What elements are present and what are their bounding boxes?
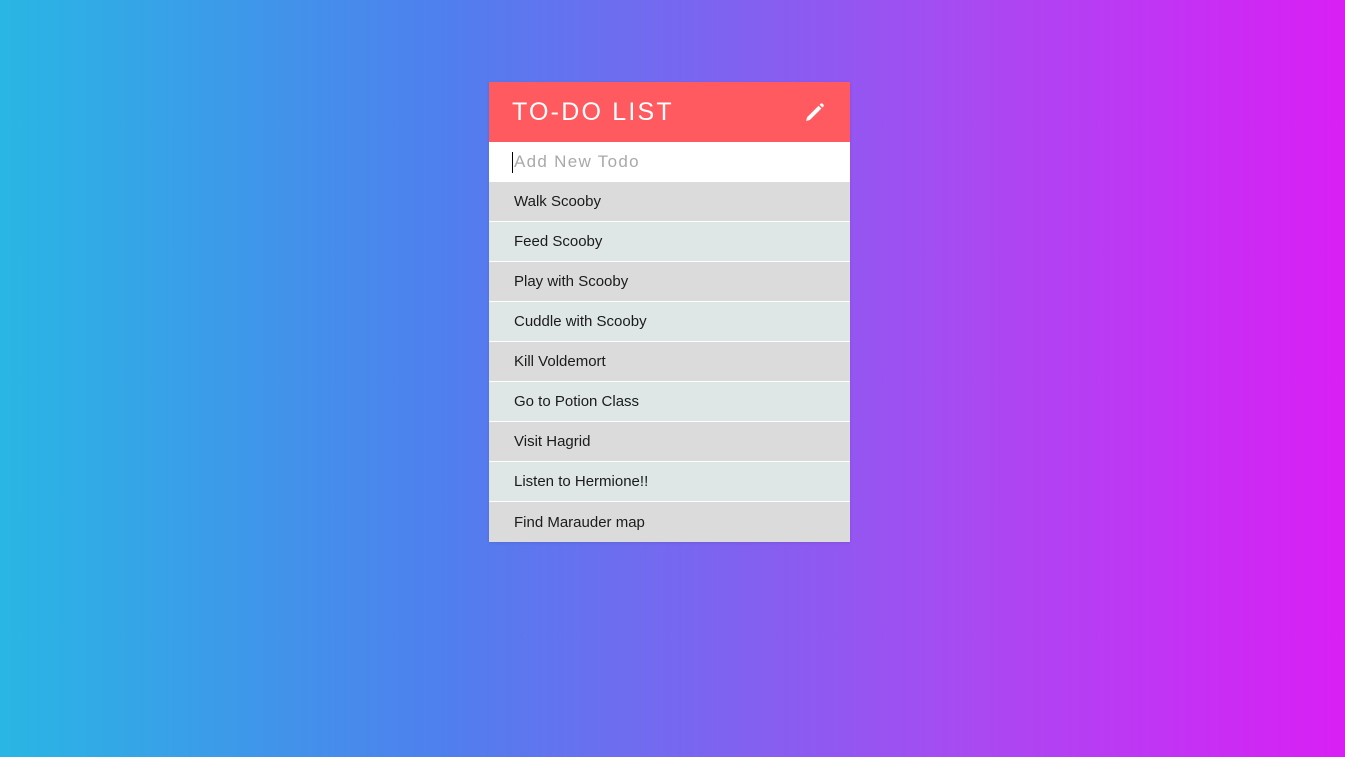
todo-card: TO-DO LIST Walk Scooby Feed Scooby Play … <box>489 82 850 542</box>
app-root: TO-DO LIST Walk Scooby Feed Scooby Play … <box>0 0 1345 757</box>
list-item[interactable]: Play with Scooby <box>489 262 850 302</box>
list-item[interactable]: Listen to Hermione!! <box>489 462 850 502</box>
add-todo-row <box>489 142 850 182</box>
todo-label: Kill Voldemort <box>514 353 606 370</box>
list-item[interactable]: Cuddle with Scooby <box>489 302 850 342</box>
todo-label: Go to Potion Class <box>514 393 640 410</box>
pencil-icon[interactable] <box>802 99 828 125</box>
todo-label: Cuddle with Scooby <box>514 313 647 330</box>
todo-label: Feed Scooby <box>514 233 603 250</box>
text-caret <box>512 152 513 173</box>
todo-label: Visit Hagrid <box>514 433 591 450</box>
todo-label: Find Marauder map <box>514 513 645 531</box>
list-item[interactable]: Visit Hagrid <box>489 422 850 462</box>
list-item[interactable]: Kill Voldemort <box>489 342 850 382</box>
page-title: TO-DO LIST <box>512 97 674 126</box>
card-header: TO-DO LIST <box>489 82 850 142</box>
todo-list: Walk Scooby Feed Scooby Play with Scooby… <box>489 182 850 542</box>
todo-label: Play with Scooby <box>514 273 629 290</box>
list-item[interactable]: Walk Scooby <box>489 182 850 222</box>
todo-label: Walk Scooby <box>514 193 601 210</box>
todo-label: Listen to Hermione!! <box>514 473 649 490</box>
list-item[interactable]: Go to Potion Class <box>489 382 850 422</box>
add-todo-input[interactable] <box>489 142 850 182</box>
list-item[interactable]: Feed Scooby <box>489 222 850 262</box>
list-item[interactable]: Find Marauder map <box>489 502 850 542</box>
